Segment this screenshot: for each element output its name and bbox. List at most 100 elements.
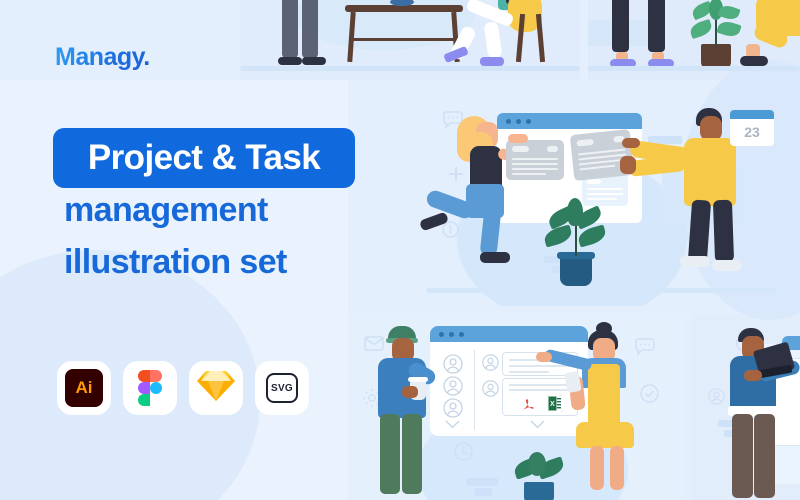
browser-title-bar	[497, 113, 642, 129]
headline-badge-text: Project & Task	[87, 138, 321, 177]
card-pill	[547, 146, 558, 152]
chat-window: X	[430, 326, 588, 436]
message-line	[509, 389, 571, 391]
man-leg-right	[754, 414, 775, 498]
format-badge-ai[interactable]: Ai	[57, 361, 111, 415]
decor-tile	[474, 488, 492, 496]
user-circle-icon	[708, 388, 725, 405]
man-leg-left	[732, 414, 753, 498]
woman-leg-right	[610, 446, 624, 490]
format-badge-list: Ai SVG	[57, 361, 309, 415]
chat-window-title-bar	[430, 326, 588, 342]
plant-leaf	[528, 452, 546, 476]
brand-logo[interactable]: Managy.	[55, 43, 150, 72]
shoe-left	[278, 57, 302, 65]
browser-dot	[506, 118, 511, 124]
shoe-seated-right	[480, 57, 504, 66]
woman-leg-left	[590, 446, 604, 490]
man-shoe-left	[680, 256, 710, 267]
figma-icon	[138, 370, 162, 406]
chat-dot	[459, 331, 464, 337]
leg-seated-2	[483, 21, 503, 59]
man-hand	[744, 370, 762, 381]
plant-leaf	[567, 198, 583, 226]
card-line	[587, 198, 617, 200]
leg-left	[282, 0, 298, 58]
headline-badge: Project & Task	[53, 128, 355, 188]
illustration-bottom-center: X	[348, 314, 684, 500]
panel-divider	[474, 350, 475, 430]
coffee-cup-lid	[408, 377, 428, 382]
card-line	[587, 193, 623, 195]
svg-text:X: X	[550, 401, 555, 408]
message-line	[509, 371, 549, 373]
message-avatar-icon	[482, 354, 499, 371]
plus-icon	[448, 166, 464, 182]
document-card-left	[506, 140, 564, 180]
card-line	[579, 164, 616, 171]
card-pill	[512, 146, 529, 152]
pdf-file-icon[interactable]	[521, 396, 535, 412]
man-shoe-right	[712, 260, 742, 271]
format-badge-figma[interactable]	[123, 361, 177, 415]
excel-file-icon[interactable]: X	[547, 395, 562, 412]
man-hand-upper	[622, 138, 640, 148]
contact-avatar-icon	[443, 398, 463, 418]
woman-hand-pointing	[536, 352, 552, 362]
plant-leaf	[688, 18, 714, 40]
illustration-top-right	[588, 0, 800, 80]
chat-dot	[439, 331, 444, 337]
clock-icon	[454, 442, 473, 461]
adobe-illustrator-icon: Ai	[65, 369, 103, 407]
format-badge-svg[interactable]: SVG	[255, 361, 309, 415]
desk-crossbar	[352, 38, 456, 41]
leg-left	[612, 0, 629, 52]
plant-pot	[560, 256, 592, 286]
headline-line-3: illustration set	[64, 243, 287, 281]
chat-dot	[449, 331, 454, 337]
woman-hand	[508, 134, 528, 143]
floor-line	[588, 66, 800, 71]
card-pill	[576, 138, 594, 147]
plant-leaf	[716, 18, 742, 40]
poster-canvas: 23 X Managy. Project & Task management i…	[0, 0, 800, 500]
woman-top	[470, 146, 502, 188]
card-line	[587, 188, 623, 190]
sketch-diamond-icon	[197, 369, 235, 408]
decor-tile	[466, 478, 498, 486]
chat-bubble-icon	[634, 338, 656, 356]
man-beanie-leg-left	[380, 414, 400, 494]
chevron-down-icon[interactable]	[530, 420, 545, 429]
chevron-down-icon[interactable]	[445, 420, 460, 429]
envelope-icon	[364, 336, 384, 351]
check-circle-icon	[640, 384, 659, 403]
card-line	[512, 168, 558, 170]
card-line	[512, 163, 558, 165]
woman-dress-hem	[576, 422, 634, 448]
woman-shoe-front	[480, 252, 510, 263]
headline-line-2: management	[64, 191, 268, 229]
leg-right	[302, 0, 318, 58]
floor-line	[426, 288, 776, 293]
man-leg-right	[712, 199, 735, 263]
leg-right	[648, 0, 665, 52]
illustration-top-left	[240, 0, 580, 80]
browser-dot	[526, 118, 531, 124]
man-jacket	[684, 138, 736, 206]
shoe	[740, 56, 768, 66]
contact-avatar-icon	[443, 354, 463, 374]
message-avatar-icon	[482, 380, 499, 397]
card-pill	[587, 179, 601, 184]
illustration-bottom-right	[692, 314, 800, 500]
message-line	[509, 365, 571, 367]
card-line	[512, 173, 546, 175]
shoe-right	[302, 57, 326, 65]
man-leg-left	[687, 199, 712, 263]
format-badge-sketch[interactable]	[189, 361, 243, 415]
calendar-header-bar	[730, 110, 774, 119]
plant-pot	[524, 482, 554, 500]
desk-top	[345, 5, 463, 12]
info-circle-icon	[442, 221, 459, 238]
card-line	[512, 158, 558, 160]
man-beanie-leg-right	[402, 414, 422, 494]
